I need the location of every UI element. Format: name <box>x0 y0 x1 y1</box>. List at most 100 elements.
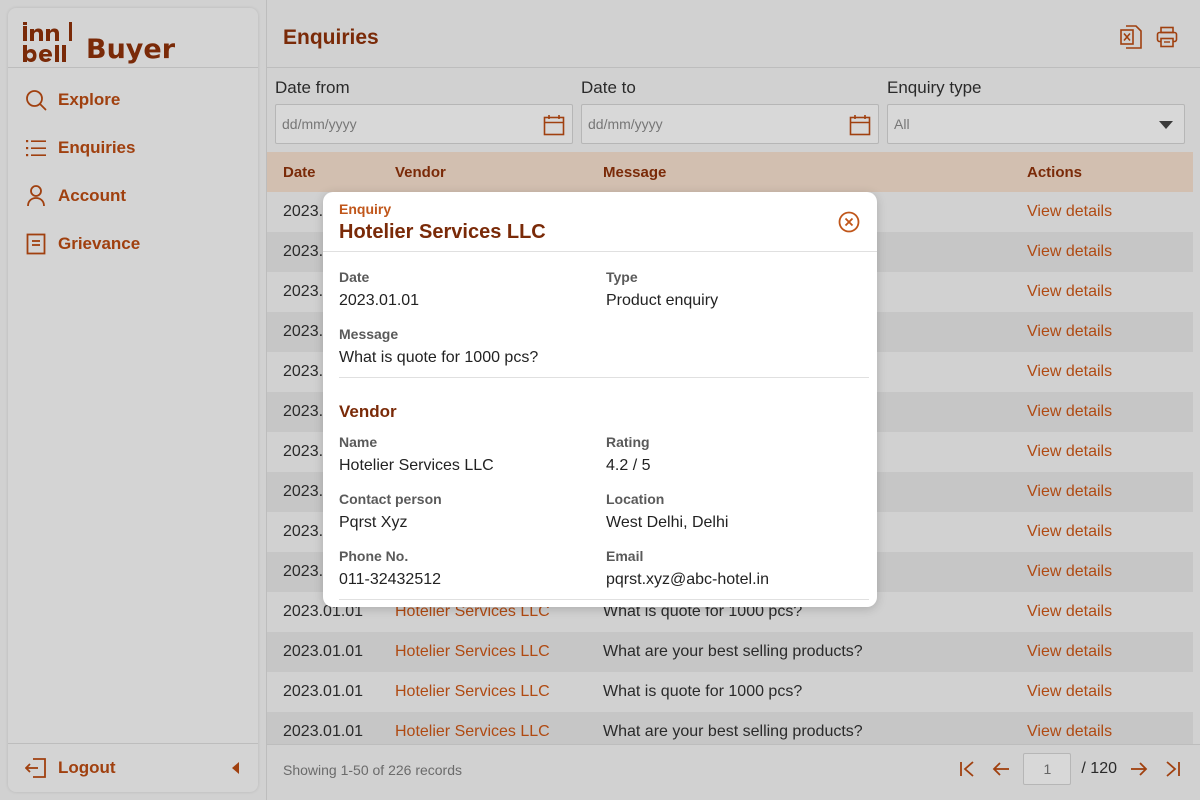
row-message: What are your best selling products? <box>603 643 863 660</box>
phone-value: 011-32432512 <box>339 571 442 588</box>
column-header-date[interactable]: Date <box>267 164 395 181</box>
date-to-placeholder: dd/mm/yyyy <box>588 116 663 132</box>
page-title: Enquiries <box>283 26 379 49</box>
logout-label: Logout <box>58 758 116 777</box>
total-pages: / 120 <box>1081 760 1117 777</box>
sidebar-item-grievance[interactable]: Grievance <box>8 220 258 268</box>
view-details-link[interactable]: View details <box>1027 723 1193 741</box>
first-page-icon[interactable] <box>955 757 979 781</box>
view-details-link[interactable]: View details <box>1027 643 1193 661</box>
column-header-message[interactable]: Message <box>603 164 1027 181</box>
enquiry-type-select[interactable]: All <box>887 104 1185 144</box>
type-label: Type <box>606 269 638 285</box>
view-details-link[interactable]: View details <box>1027 403 1193 421</box>
search-icon <box>24 88 48 112</box>
rating-label: Rating <box>606 434 650 450</box>
filters: Date from dd/mm/yyyy Date to dd/mm/yyyy … <box>275 78 1193 144</box>
records-count: Showing 1-50 of 226 records <box>283 762 462 778</box>
brand: Buyer <box>22 20 258 68</box>
row-message: What is quote for 1000 pcs? <box>603 683 803 700</box>
list-icon <box>24 136 48 160</box>
enquiry-details-modal: Enquiry Hotelier Services LLC Date 2023.… <box>323 192 877 607</box>
sidebar-item-label: Explore <box>58 90 121 109</box>
header-divider <box>267 67 1200 68</box>
view-details-link[interactable]: View details <box>1027 243 1193 261</box>
vendor-link[interactable]: Hotelier Services LLC <box>395 723 603 741</box>
print-icon[interactable] <box>1156 24 1178 50</box>
vendor-link[interactable]: Hotelier Services LLC <box>395 683 603 701</box>
calendar-icon[interactable] <box>848 113 872 137</box>
sidebar-item-enquiries[interactable]: Enquiries <box>8 124 258 172</box>
phone-label: Phone No. <box>339 548 409 564</box>
date-from-placeholder: dd/mm/yyyy <box>282 116 357 132</box>
sidebar-item-label: Grievance <box>58 234 141 253</box>
name-label: Name <box>339 434 378 450</box>
location-value: West Delhi, Delhi <box>606 514 729 531</box>
contact-value: Pqrst Xyz <box>339 514 408 531</box>
modal-kicker: Enquiry <box>339 201 392 217</box>
message-label: Message <box>339 326 399 342</box>
sidebar: Buyer Explore Enquiries Account Grievanc… <box>8 8 258 792</box>
view-details-link[interactable]: View details <box>1027 483 1193 501</box>
enquiry-type-filter: Enquiry type All <box>887 78 1185 144</box>
vendor-link[interactable]: Hotelier Services LLC <box>395 643 603 661</box>
chevron-down-icon[interactable] <box>1154 113 1178 137</box>
contact-label: Contact person <box>339 491 442 507</box>
sidebar-item-explore[interactable]: Explore <box>8 76 258 124</box>
modal-divider <box>323 251 877 252</box>
enquiry-type-label: Enquiry type <box>887 78 982 97</box>
app-title: Buyer <box>86 33 176 65</box>
view-details-link[interactable]: View details <box>1027 523 1193 541</box>
date-to-filter: Date to dd/mm/yyyy <box>581 78 879 144</box>
view-details-link[interactable]: View details <box>1027 203 1193 221</box>
page-number-input[interactable]: 1 <box>1023 753 1072 785</box>
column-header-actions: Actions <box>1027 163 1083 181</box>
view-details-link[interactable]: View details <box>1027 683 1193 701</box>
table-row[interactable]: 2023.01.01 Hotelier Services LLCWhat are … <box>267 632 1193 672</box>
email-label: Email <box>606 548 644 564</box>
view-details-link[interactable]: View details <box>1027 323 1193 341</box>
calendar-icon[interactable] <box>542 113 566 137</box>
next-page-icon[interactable] <box>1127 757 1151 781</box>
view-details-link[interactable]: View details <box>1027 283 1193 301</box>
last-page-icon[interactable] <box>1161 757 1185 781</box>
name-value: Hotelier Services LLC <box>339 457 494 474</box>
view-details-link[interactable]: View details <box>1027 363 1193 381</box>
view-details-link[interactable]: View details <box>1027 603 1193 621</box>
sidebar-divider <box>8 67 258 68</box>
modal-divider <box>339 599 869 600</box>
table-row[interactable]: 2023.01.01 Hotelier Services LLCWhat is q… <box>267 672 1193 712</box>
date-value: 2023.01.01 <box>339 292 420 309</box>
sidebar-nav: Explore Enquiries Account Grievance <box>8 76 258 268</box>
collapse-sidebar-icon[interactable] <box>228 756 244 780</box>
prev-page-icon[interactable] <box>989 757 1013 781</box>
row-date: 2023.01.01 <box>283 723 364 740</box>
document-icon <box>24 232 48 256</box>
sidebar-item-account[interactable]: Account <box>8 172 258 220</box>
innbell-logo <box>22 22 72 66</box>
view-details-link[interactable]: View details <box>1027 563 1193 581</box>
top-actions <box>1120 24 1178 50</box>
date-to-input[interactable]: dd/mm/yyyy <box>581 104 879 144</box>
date-from-input[interactable]: dd/mm/yyyy <box>275 104 573 144</box>
view-details-link[interactable]: View details <box>1027 443 1193 461</box>
location-label: Location <box>606 491 665 507</box>
type-value: Product enquiry <box>606 292 719 309</box>
date-from-label: Date from <box>275 78 350 97</box>
row-date: 2023.01.01 <box>283 643 364 660</box>
table-footer: Showing 1-50 of 226 records 1 / 120 <box>267 744 1200 800</box>
modal-title: Hotelier Services LLC <box>339 221 546 243</box>
export-excel-icon[interactable] <box>1120 24 1142 50</box>
logout-icon <box>24 756 48 780</box>
pagination: 1 / 120 <box>955 753 1185 785</box>
row-date: 2023.01.01 <box>283 683 364 700</box>
date-label: Date <box>339 269 370 285</box>
sidebar-item-label: Account <box>58 186 126 205</box>
table-header: Date Vendor Message Actions <box>267 152 1193 192</box>
logout-button[interactable]: Logout <box>8 744 258 792</box>
column-header-vendor[interactable]: Vendor <box>395 164 603 181</box>
sidebar-item-label: Enquiries <box>58 138 136 157</box>
close-icon[interactable] <box>837 210 861 234</box>
user-icon <box>24 184 48 208</box>
email-value: pqrst.xyz@abc-hotel.in <box>606 571 769 588</box>
